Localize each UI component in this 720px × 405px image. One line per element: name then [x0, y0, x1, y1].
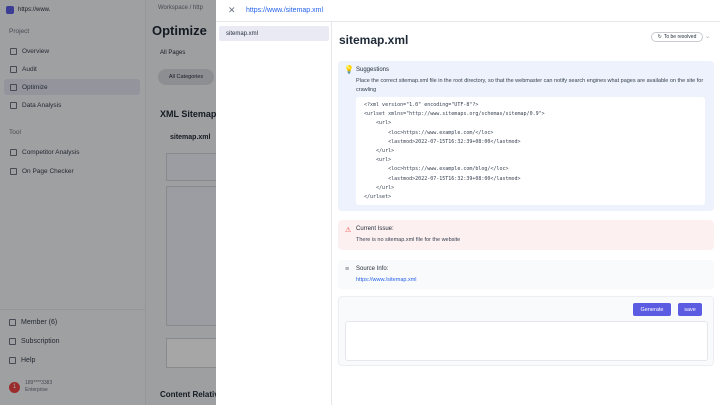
lightbulb-icon: 💡: [344, 65, 354, 74]
chevron-down-icon[interactable]: ⌄: [705, 33, 710, 40]
status-label: To be resolved: [663, 34, 697, 40]
suggestions-text: Place the correct sitemap.xml file in th…: [356, 78, 704, 93]
status-icon: ↻: [657, 34, 662, 40]
drawer-header: ✕ https://www./sitemap.xml: [216, 0, 720, 22]
detail-drawer: ✕ https://www./sitemap.xml sitemap.xml s…: [216, 0, 720, 405]
content-textarea[interactable]: [345, 321, 708, 361]
code-block: <?xml version="1.0" encoding="UTF-8"?> <…: [356, 97, 705, 205]
status-badge[interactable]: ↻ To be resolved: [651, 32, 703, 42]
suggestions-card: 💡 Suggestions Place the correct sitemap.…: [338, 61, 714, 211]
file-list: sitemap.xml: [216, 22, 332, 405]
source-link[interactable]: https://www./sitemap.xml: [356, 277, 417, 283]
source-title: Source Info:: [356, 266, 389, 272]
detail-title: sitemap.xml: [339, 33, 409, 47]
drawer-url[interactable]: https://www./sitemap.xml: [246, 7, 323, 14]
suggestions-title: Suggestions: [356, 67, 390, 73]
file-item[interactable]: sitemap.xml: [219, 26, 329, 41]
generate-button[interactable]: Generate: [633, 303, 671, 316]
editor-card: Generate save: [338, 296, 714, 366]
save-button[interactable]: save: [678, 303, 702, 316]
issue-text: There is no sitemap.xml file for the web…: [356, 237, 461, 243]
source-info-card: ≡ Source Info: https://www./sitemap.xml: [338, 260, 714, 289]
issue-title: Current Issue:: [356, 226, 394, 232]
close-icon[interactable]: ✕: [228, 5, 236, 16]
list-icon: ≡: [345, 266, 350, 273]
current-issue-card: ⚠ Current Issue: There is no sitemap.xml…: [338, 220, 714, 250]
warning-icon: ⚠: [345, 227, 352, 234]
